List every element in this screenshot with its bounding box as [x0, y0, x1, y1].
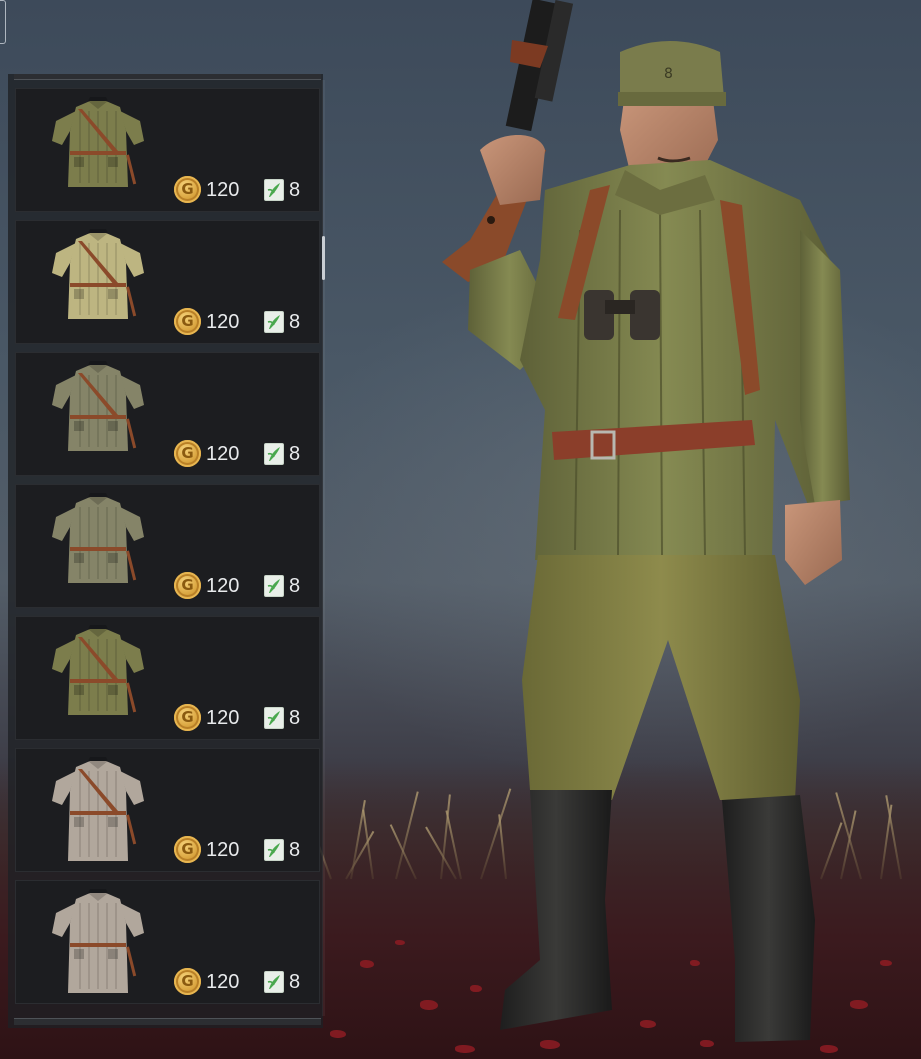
gold-coin-icon: G [174, 968, 201, 995]
outfit-thumbnail [52, 97, 144, 187]
gold-coin-icon: G [174, 440, 201, 467]
gold-coin-glyph: G [181, 576, 194, 594]
ticket-icon [264, 575, 284, 597]
scrollbar-thumb[interactable] [322, 236, 325, 280]
ticket-leaf-glyph [267, 447, 280, 461]
ticket-leaf-glyph [267, 579, 280, 593]
gold-coin-glyph: G [181, 972, 194, 990]
gold-price: 120 [206, 707, 240, 729]
gold-coin-icon: G [174, 176, 201, 203]
ticket-icon [264, 707, 284, 729]
gold-coin-glyph: G [181, 444, 194, 462]
gold-coin-icon: G [174, 836, 201, 863]
ticket-price: 8 [289, 707, 301, 729]
ticket-price: 8 [289, 575, 301, 597]
scrollbar-track[interactable] [322, 80, 325, 1016]
panel-bottom-divider [14, 1018, 321, 1025]
ticket-icon [264, 971, 284, 993]
right-boot [722, 795, 815, 1042]
price-row: G 120 8 [174, 307, 314, 337]
outfit-card[interactable]: G 120 8 [15, 352, 320, 476]
gold-price: 120 [206, 971, 240, 993]
outfit-thumbnail [52, 757, 144, 861]
outfit-card[interactable]: G 120 8 [15, 484, 320, 608]
gold-coin-icon: G [174, 704, 201, 731]
gold-coin-icon: G [174, 572, 201, 599]
ticket-icon [264, 443, 284, 465]
gold-price: 120 [206, 311, 240, 333]
gold-price: 120 [206, 179, 240, 201]
ticket-icon [264, 839, 284, 861]
price-row: G 120 8 [174, 967, 314, 997]
ticket-icon [264, 311, 284, 333]
gold-coin-icon: G [174, 308, 201, 335]
outfit-card[interactable]: G 120 8 [15, 220, 320, 344]
gold-price: 120 [206, 575, 240, 597]
outfit-thumbnail [52, 889, 144, 993]
price-row: G 120 8 [174, 175, 314, 205]
svg-text:8: 8 [664, 66, 673, 82]
character-preview-scene: 8 G 120 8 G 120 8 G 120 8 G 120 8 G 120 … [0, 0, 921, 1059]
gold-coin-glyph: G [181, 312, 194, 330]
outfit-card[interactable]: G 120 8 [15, 748, 320, 872]
raised-hand [480, 135, 545, 205]
outfit-card[interactable]: G 120 8 [15, 616, 320, 740]
outfit-thumbnail [52, 625, 144, 715]
outfit-thumbnail [52, 229, 144, 319]
pants [522, 555, 800, 800]
ticket-leaf-glyph [267, 711, 280, 725]
price-row: G 120 8 [174, 439, 314, 469]
price-row: G 120 8 [174, 835, 314, 865]
ticket-leaf-glyph [267, 975, 280, 989]
panel-top-divider [14, 74, 321, 80]
outfit-card[interactable]: G 120 8 [15, 88, 320, 212]
outfit-card[interactable]: G 120 8 [15, 880, 320, 1004]
ticket-price: 8 [289, 179, 301, 201]
ticket-leaf-glyph [267, 183, 280, 197]
ticket-price: 8 [289, 839, 301, 861]
ticket-leaf-glyph [267, 843, 280, 857]
ticket-leaf-glyph [267, 315, 280, 329]
outfit-list-panel: G 120 8 G 120 8 G 120 8 G 120 8 G 120 8 … [8, 74, 325, 1028]
gold-coin-glyph: G [181, 840, 194, 858]
top-left-frame-edge [0, 0, 6, 44]
ticket-icon [264, 179, 284, 201]
gold-coin-glyph: G [181, 708, 194, 726]
left-boot [500, 790, 612, 1030]
jacket-torso [520, 160, 845, 560]
price-row: G 120 8 [174, 703, 314, 733]
ticket-price: 8 [289, 971, 301, 993]
price-row: G 120 8 [174, 571, 314, 601]
ticket-price: 8 [289, 311, 301, 333]
outfit-thumbnail [52, 361, 144, 451]
gold-price: 120 [206, 443, 240, 465]
gold-coin-glyph: G [181, 180, 194, 198]
right-fist [785, 500, 842, 585]
ticket-price: 8 [289, 443, 301, 465]
gold-price: 120 [206, 839, 240, 861]
outfit-thumbnail [52, 493, 144, 583]
